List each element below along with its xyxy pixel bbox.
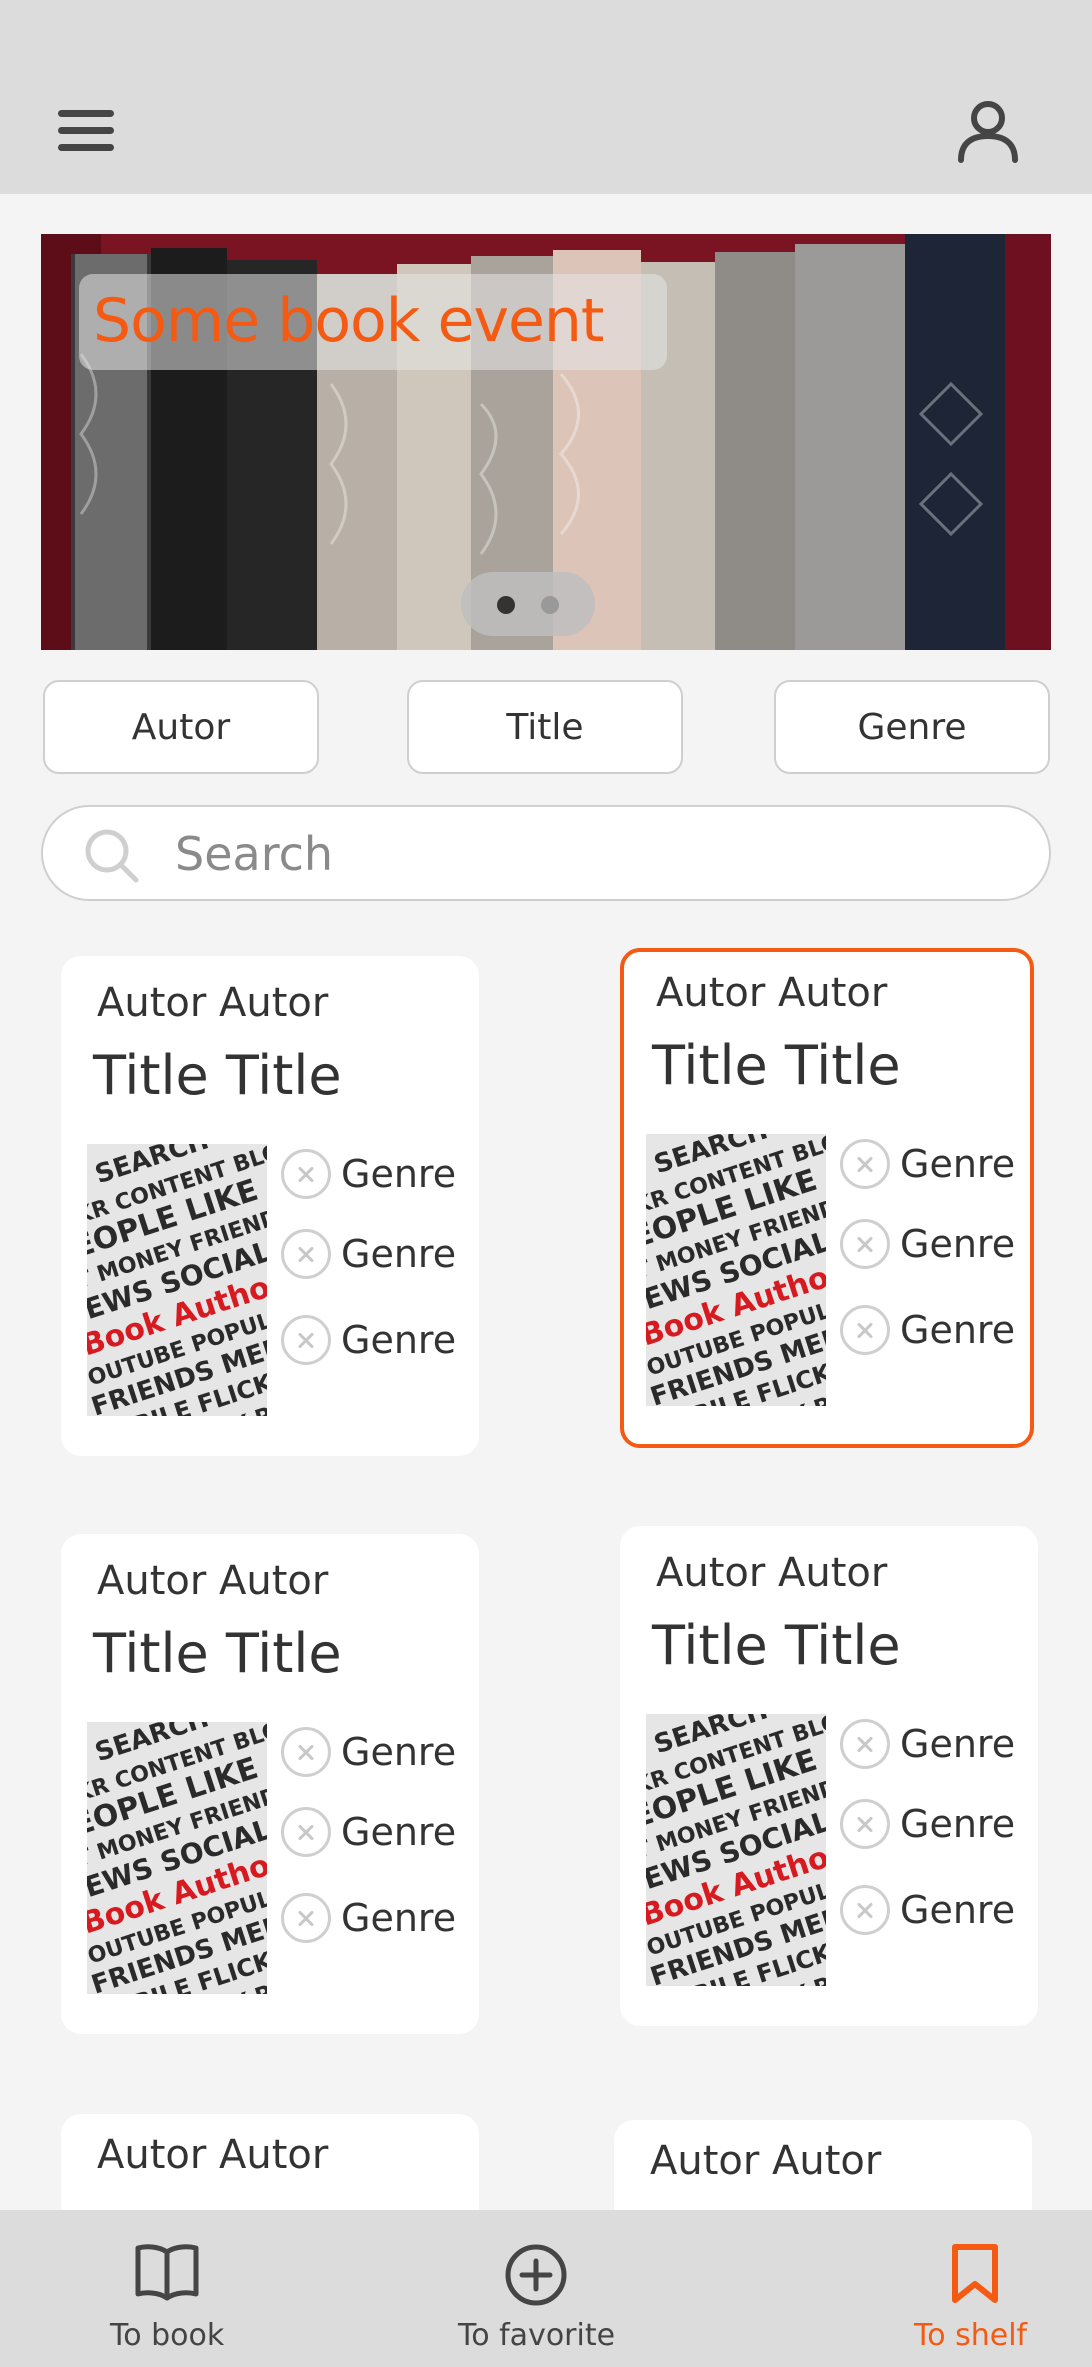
genre-tag: Genre [840, 1302, 1015, 1358]
genre-label: Genre [900, 1888, 1016, 1932]
nav-to-shelf[interactable]: To shelf [906, 2210, 1046, 2367]
genre-label: Genre [900, 1142, 1016, 1186]
banner-title: Some book event [93, 286, 604, 356]
remove-genre-icon[interactable] [281, 1807, 331, 1857]
genre-tag: Genre [281, 1804, 456, 1860]
genre-tag: Genre [281, 1226, 456, 1282]
nav-label: To book [110, 2318, 225, 2353]
remove-genre-icon[interactable] [840, 1719, 890, 1769]
genre-tag: Genre [281, 1724, 456, 1780]
genre-label: Genre [341, 1810, 457, 1854]
genre-tag: Genre [281, 1890, 456, 1946]
genre-label: Genre [341, 1730, 457, 1774]
search-bar[interactable] [41, 805, 1051, 901]
card-autor: Autor Autor [97, 1558, 329, 1604]
genre-label: Genre [900, 1222, 1016, 1266]
carousel-dot[interactable] [541, 596, 559, 614]
genre-tag: Genre [840, 1882, 1015, 1938]
genre-tag: Genre [840, 1216, 1015, 1272]
genre-label: Genre [900, 1722, 1016, 1766]
card-autor: Autor Autor [650, 2138, 882, 2184]
book-open-icon [135, 2244, 199, 2301]
remove-genre-icon[interactable] [840, 1305, 890, 1355]
genre-tag: Genre [281, 1146, 456, 1202]
book-card[interactable]: Autor Autor Title Title WEB SEARCH MOBIL… [620, 1526, 1038, 2026]
genre-tag: Genre [840, 1796, 1015, 1852]
genre-label: Genre [341, 1152, 457, 1196]
card-title: Title Title [93, 1622, 342, 1685]
bookmark-icon [952, 2244, 998, 2303]
remove-genre-icon[interactable] [840, 1799, 890, 1849]
book-cover-image: WEB SEARCH MOBILE FLICKR CONTENT BLOG PE… [624, 1078, 909, 1444]
book-card[interactable]: Autor Autor Title Title WEB SEARCH MOBIL… [61, 956, 479, 1456]
card-title: Title Title [652, 1614, 901, 1677]
nav-label: To favorite [458, 2318, 616, 2353]
remove-genre-icon[interactable] [281, 1229, 331, 1279]
genre-label: Genre [900, 1308, 1016, 1352]
card-title: Title Title [93, 1044, 342, 1107]
genre-label: Genre [341, 1318, 457, 1362]
profile-icon[interactable] [955, 98, 1021, 164]
filter-genre-button[interactable]: Genre [774, 680, 1050, 774]
genre-tag: Genre [840, 1716, 1015, 1772]
book-card[interactable]: Autor Autor Title Title WEB SEARCH MOBIL… [61, 1534, 479, 2034]
carousel-indicator[interactable] [461, 572, 595, 636]
remove-genre-icon[interactable] [840, 1885, 890, 1935]
book-cover-image: WEB SEARCH MOBILE FLICKR CONTENT BLOG PE… [61, 1666, 350, 2034]
carousel-dot-active[interactable] [497, 596, 515, 614]
event-banner[interactable]: Some book event [41, 234, 1051, 650]
menu-icon[interactable] [50, 100, 122, 160]
genre-label: Genre [341, 1232, 457, 1276]
remove-genre-icon[interactable] [840, 1219, 890, 1269]
genre-label: Genre [900, 1802, 1016, 1846]
card-autor: Autor Autor [97, 980, 329, 1026]
filter-title-button[interactable]: Title [407, 680, 683, 774]
remove-genre-icon[interactable] [281, 1893, 331, 1943]
nav-to-book[interactable]: To book [100, 2210, 240, 2367]
genre-tag: Genre [281, 1312, 456, 1368]
top-app-bar [0, 0, 1092, 194]
card-autor: Autor Autor [656, 1550, 888, 1596]
card-title: Title Title [652, 1034, 901, 1097]
search-icon [85, 829, 139, 883]
card-autor: Autor Autor [656, 970, 888, 1016]
plus-circle-icon [505, 2244, 567, 2306]
genre-tag: Genre [840, 1136, 1015, 1192]
genre-label: Genre [341, 1896, 457, 1940]
nav-to-favorite[interactable]: To favorite [455, 2210, 615, 2367]
remove-genre-icon[interactable] [281, 1149, 331, 1199]
search-input[interactable] [175, 821, 1015, 887]
book-cover-image: WEB SEARCH MOBILE FLICKR CONTENT BLOG PE… [61, 1088, 350, 1456]
bottom-navigation: To book To favorite To shelf [0, 2210, 1092, 2367]
card-autor: Autor Autor [97, 2132, 329, 2178]
nav-label: To shelf [914, 2318, 1028, 2353]
filter-autor-button[interactable]: Autor [43, 680, 319, 774]
remove-genre-icon[interactable] [281, 1315, 331, 1365]
remove-genre-icon[interactable] [840, 1139, 890, 1189]
book-cover-image: WEB SEARCH MOBILE FLICKR CONTENT BLOG PE… [620, 1658, 909, 2026]
remove-genre-icon[interactable] [281, 1727, 331, 1777]
book-card-selected[interactable]: Autor Autor Title Title WEB SEARCH MOBIL… [620, 948, 1034, 1448]
